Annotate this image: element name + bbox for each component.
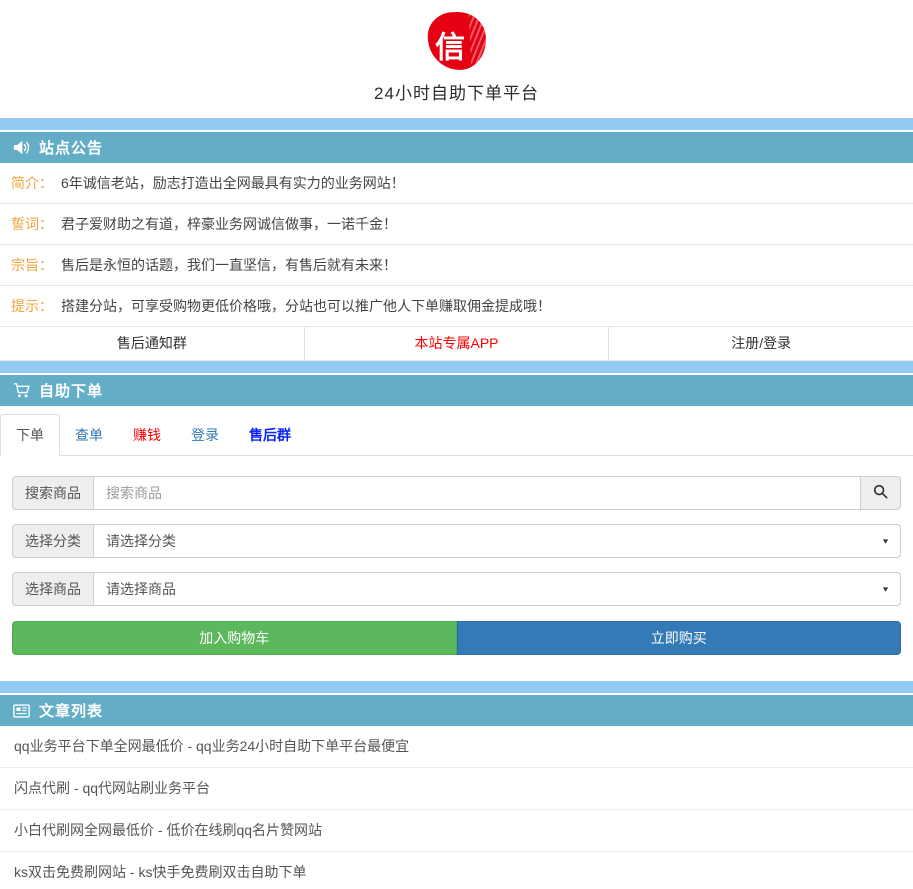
announcement-row: 誓词： 君子爱财助之有道，梓豪业务网诚信做事，一诺千金！ xyxy=(0,204,913,245)
product-group: 选择商品 请选择商品 ▼ xyxy=(12,572,901,606)
article-link[interactable]: qq业务平台下单全网最低价 - qq业务24小时自助下单平台最便宜 xyxy=(0,726,913,768)
add-to-cart-button[interactable]: 加入购物车 xyxy=(12,621,457,655)
site-logo: 信 xyxy=(426,11,487,72)
product-select[interactable]: 请选择商品 ▼ xyxy=(93,572,901,606)
search-input[interactable] xyxy=(93,476,861,510)
announcement-row: 提示： 搭建分站，可享受购物更低价格哦，分站也可以推广他人下单赚取佣金提成哦！ xyxy=(0,286,913,327)
announcement-text: 6年诚信老站，励志打造出全网最具有实力的业务网站！ xyxy=(61,175,405,191)
tab-check-order[interactable]: 查单 xyxy=(60,415,118,455)
tab-order[interactable]: 下单 xyxy=(0,414,60,456)
divider-strip xyxy=(0,361,913,373)
tab-earn-money[interactable]: 赚钱 xyxy=(118,415,176,455)
order-actions: 加入购物车 立即购买 xyxy=(12,621,901,655)
articles-panel-header: 文章列表 xyxy=(0,695,913,726)
order-form: 搜索商品 选择分类 请选择分类 ▼ 选择商品 请选择商品 ▼ 加入购物车 立即购… xyxy=(0,456,913,668)
divider-strip xyxy=(0,681,913,693)
announcement-text: 君子爱财助之有道，梓豪业务网诚信做事，一诺千金！ xyxy=(61,216,397,232)
search-button[interactable] xyxy=(861,476,901,510)
tab-aftersale-group[interactable]: 售后群 xyxy=(234,415,306,455)
magnifier-icon xyxy=(873,484,888,502)
aftersale-group-link[interactable]: 售后通知群 xyxy=(0,327,304,360)
announcement-label: 誓词： xyxy=(11,216,53,232)
articles-panel-title: 文章列表 xyxy=(39,700,103,721)
speaker-icon xyxy=(13,140,30,155)
article-link[interactable]: 小白代刷网全网最低价 - 低价在线刷qq名片赞网站 xyxy=(0,810,913,852)
buy-now-button[interactable]: 立即购买 xyxy=(457,621,902,655)
newspaper-icon xyxy=(13,704,30,718)
category-label: 选择分类 xyxy=(12,524,93,558)
announcement-row: 宗旨： 售后是永恒的话题，我们一直坚信，有售后就有未来！ xyxy=(0,245,913,286)
announcement-label: 简介： xyxy=(11,175,53,191)
quick-links-bar: 售后通知群 本站专属APP 注册/登录 xyxy=(0,327,913,361)
announcement-panel-header: 站点公告 xyxy=(0,132,913,163)
register-login-link[interactable]: 注册/登录 xyxy=(608,327,913,360)
order-tabs: 下单 查单 赚钱 登录 售后群 xyxy=(0,414,913,456)
announcement-text: 搭建分站，可享受购物更低价格哦，分站也可以推广他人下单赚取佣金提成哦！ xyxy=(61,298,551,314)
order-panel-title: 自助下单 xyxy=(39,380,103,401)
product-select-value: 请选择商品 xyxy=(106,579,176,599)
order-panel-header: 自助下单 xyxy=(0,375,913,406)
chevron-down-icon: ▼ xyxy=(881,585,890,593)
tab-login[interactable]: 登录 xyxy=(176,415,234,455)
announcement-text: 售后是永恒的话题，我们一直坚信，有售后就有未来！ xyxy=(61,257,397,273)
announcement-label: 提示： xyxy=(11,298,53,314)
search-group: 搜索商品 xyxy=(12,476,901,510)
divider-strip xyxy=(0,118,913,130)
announcement-label: 宗旨： xyxy=(11,257,53,273)
announcement-row: 简介： 6年诚信老站，励志打造出全网最具有实力的业务网站！ xyxy=(0,163,913,204)
site-header: 信 24小时自助下单平台 xyxy=(0,0,913,118)
chevron-down-icon: ▼ xyxy=(881,537,890,545)
site-title: 24小时自助下单平台 xyxy=(0,79,913,104)
category-group: 选择分类 请选择分类 ▼ xyxy=(12,524,901,558)
logo-seal-character: 信 xyxy=(435,22,465,66)
article-link[interactable]: ks双击免费刷网站 - ks快手免费刷双击自助下单 xyxy=(0,852,913,889)
announcement-panel-title: 站点公告 xyxy=(39,137,103,158)
app-download-link[interactable]: 本站专属APP xyxy=(304,327,609,360)
product-label: 选择商品 xyxy=(12,572,93,606)
search-label: 搜索商品 xyxy=(12,476,93,510)
category-select[interactable]: 请选择分类 ▼ xyxy=(93,524,901,558)
spacer xyxy=(0,668,913,681)
cart-icon xyxy=(13,383,30,398)
category-select-value: 请选择分类 xyxy=(106,531,176,551)
article-link[interactable]: 闪点代刷 - qq代网站刷业务平台 xyxy=(0,768,913,810)
